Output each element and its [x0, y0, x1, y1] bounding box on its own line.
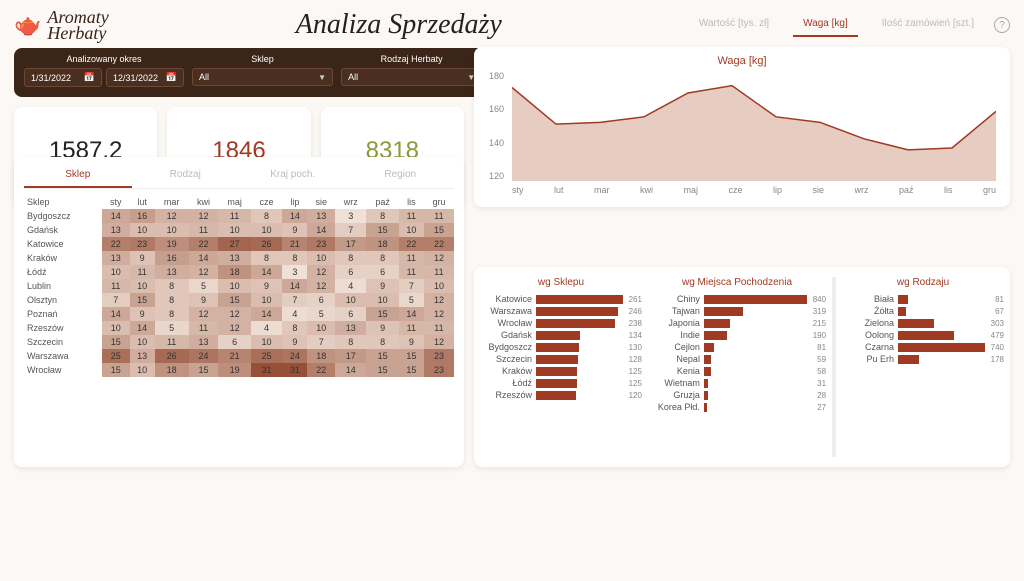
table-row: Olsztyn715891510761010512 — [24, 293, 454, 307]
bar-row: Wrocław238 — [480, 318, 642, 328]
bar-row: Wietnam31 — [648, 378, 826, 388]
brand-logo: 🫖 Aromaty Herbaty — [14, 9, 109, 41]
filter-period-label: Analizowany okres — [24, 54, 184, 64]
bar-row: Oolong479 — [842, 330, 1004, 340]
filter-rodzaj-label: Rodzaj Herbaty — [341, 54, 482, 64]
table-row: Katowice222319222726212317182222 — [24, 237, 454, 251]
calendar-icon: 📅 — [84, 72, 95, 83]
heatmap-table-panel: SklepRodzajKraj poch.Region Sklepstylutm… — [14, 157, 464, 467]
bar-row: Czarna740 — [842, 342, 1004, 352]
table-row: Szczecin151011136109788912 — [24, 335, 454, 349]
date-to-input[interactable]: 12/31/2022📅 — [106, 68, 184, 87]
table-tab[interactable]: Rodzaj — [132, 165, 240, 188]
top-tab[interactable]: Waga [kg] — [793, 14, 858, 37]
table-row: Kraków1391614138810881112 — [24, 251, 454, 265]
bar-row: Kenia58 — [648, 366, 826, 376]
bar-row: Chiny840 — [648, 294, 826, 304]
top-tab[interactable]: Ilość zamówień [szt.] — [872, 14, 984, 37]
table-tab[interactable]: Sklep — [24, 165, 132, 188]
rodzaj-select[interactable]: All▼ — [341, 68, 482, 86]
chart-title: Waga [kg] — [484, 55, 1000, 67]
table-row: Bydgoszcz141612121181413381111 — [24, 209, 454, 223]
table-row: Poznań1498121214456151412 — [24, 307, 454, 321]
table-row: Gdańsk1310101110109147151015 — [24, 223, 454, 237]
bar-row: Bydgoszcz130 — [480, 342, 642, 352]
bar-chart-title: wg Miejsca Pochodzenia — [648, 277, 826, 288]
bar-chart-title: wg Sklepu — [480, 277, 642, 288]
bar-row: Japonia215 — [648, 318, 826, 328]
bar-row: Łódź125 — [480, 378, 642, 388]
table-tab[interactable]: Kraj poch. — [239, 165, 347, 188]
bar-row: Gruzja28 — [648, 390, 826, 400]
bar-row: Korea Płd.27 — [648, 402, 826, 412]
calendar-icon: 📅 — [166, 72, 177, 83]
page-title: Analiza Sprzedaży — [109, 9, 689, 41]
teapot-icon: 🫖 — [14, 12, 41, 38]
brand-line2: Herbaty — [47, 25, 108, 41]
bar-row: Biała81 — [842, 294, 1004, 304]
bar-row: Indie190 — [648, 330, 826, 340]
bar-row: Kraków125 — [480, 366, 642, 376]
chevron-down-icon: ▼ — [318, 73, 326, 82]
bar-chart-title: wg Rodzaju — [842, 277, 1004, 288]
bar-row: Rzeszów120 — [480, 390, 642, 400]
table-row: Łódź101113121814312661111 — [24, 265, 454, 279]
table-tab[interactable]: Region — [347, 165, 455, 188]
date-from-input[interactable]: 1/31/2022📅 — [24, 68, 102, 87]
table-row: Wrocław151018151931312214151523 — [24, 363, 454, 377]
table-row: Lublin111085109141249710 — [24, 279, 454, 293]
bar-row: Szczecin128 — [480, 354, 642, 364]
bar-row: Cejlon81 — [648, 342, 826, 352]
filter-sklep-label: Sklep — [192, 54, 333, 64]
table-row: Rzeszów10145111248101391111 — [24, 321, 454, 335]
bar-row: Tajwan319 — [648, 306, 826, 316]
sklep-select[interactable]: All▼ — [192, 68, 333, 86]
bar-row: Żółta67 — [842, 306, 1004, 316]
bar-row: Katowice261 — [480, 294, 642, 304]
heatmap-table: Sklepstylutmarkwimajczelipsiewrzpaźlisgr… — [24, 195, 454, 377]
bar-row: Gdańsk134 — [480, 330, 642, 340]
bar-row: Pu Erh178 — [842, 354, 1004, 364]
bar-charts-panel: wg Sklepu Katowice261 Warszawa246 Wrocław23… — [474, 267, 1010, 467]
waga-chart-panel: Waga [kg] 180160140120 stylutmarkwimajcz… — [474, 47, 1010, 207]
bar-row: Zielona303 — [842, 318, 1004, 328]
table-row: Warszawa251326242125241817151523 — [24, 349, 454, 363]
bar-row: Warszawa246 — [480, 306, 642, 316]
top-tab[interactable]: Wartość [tys. zł] — [689, 14, 779, 37]
bar-row: Nepal59 — [648, 354, 826, 364]
help-icon[interactable]: ? — [994, 17, 1010, 33]
